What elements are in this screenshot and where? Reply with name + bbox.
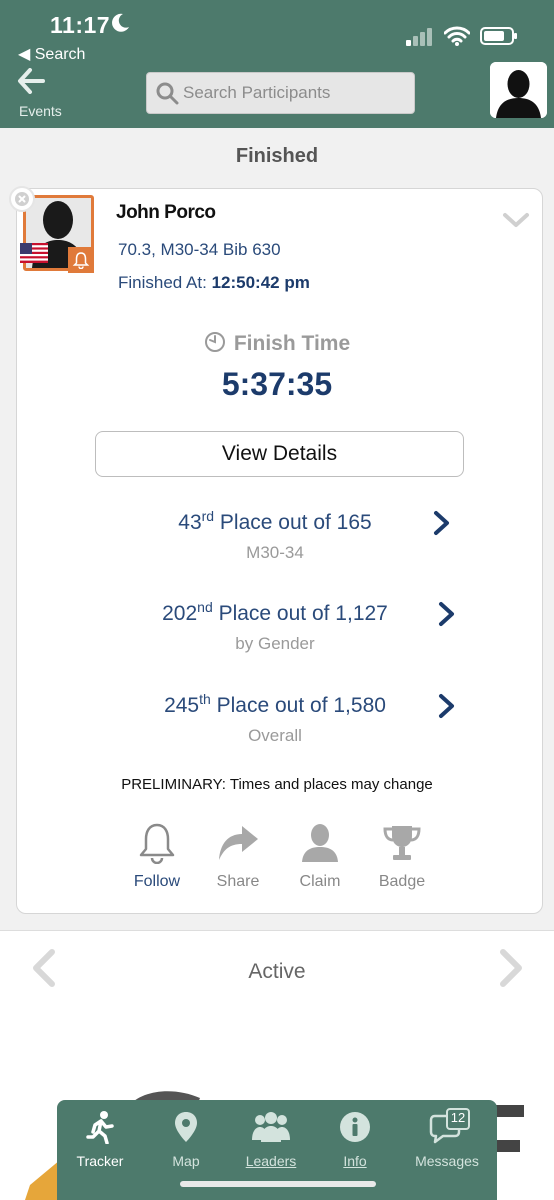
finished-at-label: Finished At:	[118, 273, 207, 292]
search-icon	[156, 82, 179, 105]
share-arrow-icon	[219, 826, 258, 860]
trophy-icon	[383, 826, 421, 860]
search-participants-field[interactable]	[146, 72, 415, 114]
app-header: 11:17 ◀ Search Events	[0, 0, 554, 128]
share-button[interactable]: Share	[198, 822, 278, 891]
moon-icon	[112, 13, 129, 32]
home-indicator	[180, 1181, 376, 1187]
us-flag-icon	[20, 243, 48, 263]
person-icon	[302, 824, 338, 862]
athlete-division: 70.3, M30-34 Bib 630	[118, 240, 281, 259]
finish-time-value: 5:37:35	[221, 366, 333, 402]
place-text: 43rd Place out of 165	[178, 508, 372, 534]
tab-tracker-label: Tracker	[76, 1153, 124, 1169]
search-input[interactable]	[183, 83, 413, 103]
tab-leaders-label: Leaders	[245, 1153, 297, 1169]
chevron-right-icon[interactable]	[432, 510, 452, 536]
claim-label: Claim	[299, 873, 341, 890]
battery-icon	[480, 27, 517, 45]
tab-tracker[interactable]: Tracker	[57, 1110, 143, 1169]
place-gender[interactable]: 202nd Place out of 1,127 by Gender	[60, 599, 490, 654]
dismiss-card-button[interactable]	[9, 186, 35, 212]
back-arrow-icon	[18, 68, 45, 94]
profile-avatar[interactable]	[490, 62, 547, 118]
follow-badge	[68, 247, 94, 273]
preliminary-note: PRELIMINARY: Times and places may change	[121, 776, 433, 793]
signal-icon	[406, 28, 432, 46]
badge-label: Badge	[378, 873, 426, 890]
status-time: 11:17	[50, 12, 111, 38]
back-to-search-link[interactable]: ◀ Search	[18, 44, 85, 64]
athlete-name: John Porco	[116, 202, 216, 223]
follow-button[interactable]: Follow	[117, 822, 197, 891]
finished-at-value: 12:50:42 pm	[211, 273, 310, 292]
events-back-button[interactable]: Events	[16, 68, 76, 119]
tab-info[interactable]: Info	[312, 1110, 398, 1169]
tab-info-label: Info	[343, 1153, 367, 1169]
bell-icon	[72, 252, 90, 269]
wifi-icon	[444, 26, 470, 46]
close-icon	[15, 192, 29, 206]
share-label: Share	[216, 873, 260, 890]
finished-at: Finished At: 12:50:42 pm	[118, 273, 310, 293]
place-category: M30-34	[246, 543, 304, 562]
runner-icon	[86, 1111, 114, 1145]
chevron-right-icon[interactable]	[497, 948, 525, 988]
place-division[interactable]: 43rd Place out of 165 M30-34	[60, 508, 490, 563]
clock-icon	[204, 331, 226, 359]
section-title-active: Active	[248, 960, 306, 983]
map-pin-icon	[175, 1112, 197, 1142]
finish-time-label-text: Finish Time	[233, 332, 351, 355]
section-title-finished: Finished	[235, 145, 319, 167]
tab-messages-label: Messages	[415, 1153, 479, 1169]
status-icons	[406, 26, 518, 46]
claim-button[interactable]: Claim	[280, 822, 360, 891]
bell-icon	[139, 823, 175, 865]
place-overall[interactable]: 245th Place out of 1,580 Overall	[60, 691, 490, 746]
chevron-right-icon[interactable]	[437, 693, 457, 719]
person-silhouette-icon	[490, 62, 547, 118]
messages-count-badge: 12	[446, 1108, 470, 1130]
tab-leaders[interactable]: Leaders	[228, 1110, 314, 1169]
badge-button[interactable]: Badge	[362, 822, 442, 891]
finish-time-label: Finish Time	[0, 331, 554, 359]
tab-map-label: Map	[172, 1153, 200, 1169]
events-label: Events	[19, 103, 62, 119]
place-text: 202nd Place out of 1,127	[162, 599, 388, 625]
view-details-button[interactable]: View Details	[95, 431, 464, 477]
chevron-right-icon[interactable]	[437, 601, 457, 627]
follow-label: Follow	[133, 873, 181, 890]
place-category: Overall	[248, 726, 302, 745]
place-category: by Gender	[235, 634, 315, 653]
info-icon	[340, 1112, 370, 1142]
group-icon	[252, 1112, 290, 1142]
tab-map[interactable]: Map	[143, 1110, 229, 1169]
place-text: 245th Place out of 1,580	[164, 691, 386, 717]
chevron-down-icon[interactable]	[502, 212, 530, 230]
